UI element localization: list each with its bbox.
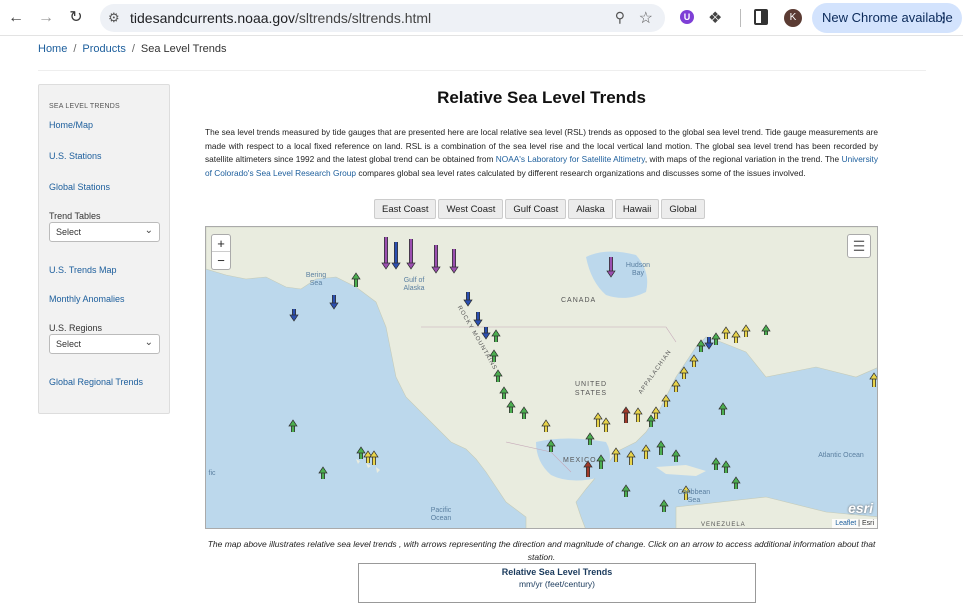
chevron-down-icon: ⌄ [144, 225, 153, 236]
intro-text: , with maps of the regional variation in… [644, 154, 842, 164]
site-info-icon[interactable]: ⚙ [108, 10, 120, 26]
layers-icon[interactable]: ☰ [847, 234, 871, 258]
us-regions-select[interactable]: Select ⌄ [49, 334, 160, 354]
address-bar[interactable]: ⚙ tidesandcurrents.noaa.gov/sltrends/slt… [100, 4, 665, 32]
intro-paragraph: The sea level trends measured by tide ga… [205, 126, 878, 180]
station-arrow[interactable] [721, 460, 731, 473]
side-panel-icon[interactable] [754, 9, 768, 25]
map-label-mexico: MEXICO [563, 457, 597, 464]
trend-tables-select-value: Select [56, 227, 82, 237]
browser-toolbar: ← → ↻ ⚙ tidesandcurrents.noaa.gov/sltren… [0, 0, 963, 36]
map-label-caribbean: Caribbean Sea [677, 489, 711, 504]
map-caption: The map above illustrates relative sea l… [207, 539, 876, 562]
trend-tables-label: Trend Tables [49, 211, 101, 221]
station-arrow[interactable] [621, 484, 631, 497]
east-coast-button[interactable]: East Coast [374, 199, 437, 219]
zoom-out-button[interactable]: − [212, 252, 230, 269]
back-icon[interactable]: ← [6, 8, 26, 28]
caribbean-islands [656, 465, 706, 476]
extensions-puzzle-icon[interactable]: ❖ [708, 8, 722, 28]
esri-logo: esri [848, 500, 873, 516]
station-arrow[interactable] [626, 450, 636, 465]
breadcrumb-separator: / [73, 43, 77, 55]
station-arrow[interactable] [869, 372, 878, 387]
breadcrumb-home[interactable]: Home [38, 43, 67, 55]
noaa-altimetry-link[interactable]: NOAA's Laboratory for Satellite Altimetr… [496, 154, 645, 164]
update-chrome-button[interactable]: New Chrome available ⋮ [812, 3, 962, 33]
reload-icon[interactable]: ↻ [66, 8, 86, 28]
update-chrome-label: New Chrome available [822, 10, 953, 25]
chevron-down-icon: ⌄ [144, 337, 153, 348]
map-label-gulf-of-alaska: Gulf of Alaska [403, 277, 425, 292]
station-arrow[interactable] [656, 440, 666, 455]
sidebar: SEA LEVEL TRENDS Home/Map U.S. Stations … [38, 84, 170, 414]
breadcrumb: Home / Products / Sea Level Trends [38, 43, 227, 55]
map-label-canada: CANADA [561, 297, 597, 304]
map-label-pacific-left: fic [208, 470, 216, 477]
station-arrow[interactable] [718, 402, 728, 415]
map-label-united-states: UNITED STATES [574, 381, 608, 397]
legend-subtitle: mm/yr (feet/century) [518, 579, 596, 589]
region-button-group: East Coast West Coast Gulf Coast Alaska … [374, 199, 705, 219]
map-label-atlantic: Atlantic Ocean [818, 452, 864, 459]
page-title: Relative Sea Level Trends [437, 88, 646, 107]
url-text: tidesandcurrents.noaa.gov/sltrends/sltre… [130, 10, 432, 26]
sidebar-heading: SEA LEVEL TRENDS [49, 103, 120, 110]
divider [38, 70, 926, 71]
breadcrumb-current: Sea Level Trends [140, 43, 227, 55]
station-arrow[interactable] [689, 354, 699, 367]
trend-tables-select[interactable]: Select ⌄ [49, 222, 160, 242]
legend-title: Relative Sea Level Trends [501, 567, 613, 577]
profile-avatar[interactable]: K [784, 9, 802, 27]
zoom-in-button[interactable]: + [212, 235, 230, 252]
forward-icon[interactable]: → [36, 8, 56, 28]
us-regions-label: U.S. Regions [49, 323, 103, 333]
breadcrumb-separator: / [131, 43, 135, 55]
station-arrow[interactable] [671, 449, 681, 462]
alaska-button[interactable]: Alaska [568, 199, 613, 219]
hawaii-button[interactable]: Hawaii [614, 199, 660, 219]
station-arrow[interactable] [659, 499, 669, 512]
sidebar-item-us-trends-map[interactable]: U.S. Trends Map [49, 265, 117, 275]
toolbar-divider [740, 9, 741, 27]
us-regions-select-value: Select [56, 339, 82, 349]
legend: Relative Sea Level Trends mm/yr (feet/ce… [358, 563, 756, 603]
zoom-icon[interactable]: ⚲ [615, 9, 625, 26]
sidebar-item-global-regional-trends[interactable]: Global Regional Trends [49, 377, 143, 387]
sidebar-item-monthly-anomalies[interactable]: Monthly Anomalies [49, 294, 125, 304]
sidebar-item-home-map[interactable]: Home/Map [49, 120, 93, 130]
sea-level-map[interactable]: CANADA UNITED STATES MEXICO Bering Sea G… [205, 226, 878, 529]
sidebar-item-us-stations[interactable]: U.S. Stations [49, 151, 102, 161]
menu-dots-icon[interactable]: ⋮ [937, 3, 950, 33]
gulf-coast-button[interactable]: Gulf Coast [505, 199, 567, 219]
station-arrow[interactable] [318, 466, 328, 479]
map-label-bering-sea: Bering Sea [305, 272, 327, 287]
zoom-control: + − [211, 234, 231, 270]
station-arrow[interactable] [711, 457, 721, 470]
sidebar-item-global-stations[interactable]: Global Stations [49, 182, 110, 192]
map-label-pacific: Pacific Ocean [430, 507, 452, 522]
intro-text: compares global sea level rates calculat… [356, 167, 806, 178]
station-arrow[interactable] [288, 419, 298, 432]
station-arrow[interactable] [289, 309, 299, 322]
bookmark-star-icon[interactable]: ☆ [639, 8, 653, 28]
map-label-hudson-bay: Hudson Bay [625, 262, 651, 277]
map-label-venezuela: VENEZUELA [701, 522, 746, 528]
global-button[interactable]: Global [661, 199, 705, 219]
esri-attribution: Esri [861, 520, 874, 527]
map-attribution: Leaflet | Esri [832, 519, 877, 528]
station-arrow[interactable] [641, 444, 651, 459]
extension-icon[interactable]: U [680, 10, 694, 24]
west-coast-button[interactable]: West Coast [438, 199, 504, 219]
breadcrumb-products[interactable]: Products [82, 43, 125, 55]
leaflet-link[interactable]: Leaflet [835, 520, 856, 527]
station-arrow[interactable] [731, 476, 741, 489]
station-arrow[interactable] [329, 295, 339, 310]
station-arrow[interactable] [369, 450, 379, 465]
